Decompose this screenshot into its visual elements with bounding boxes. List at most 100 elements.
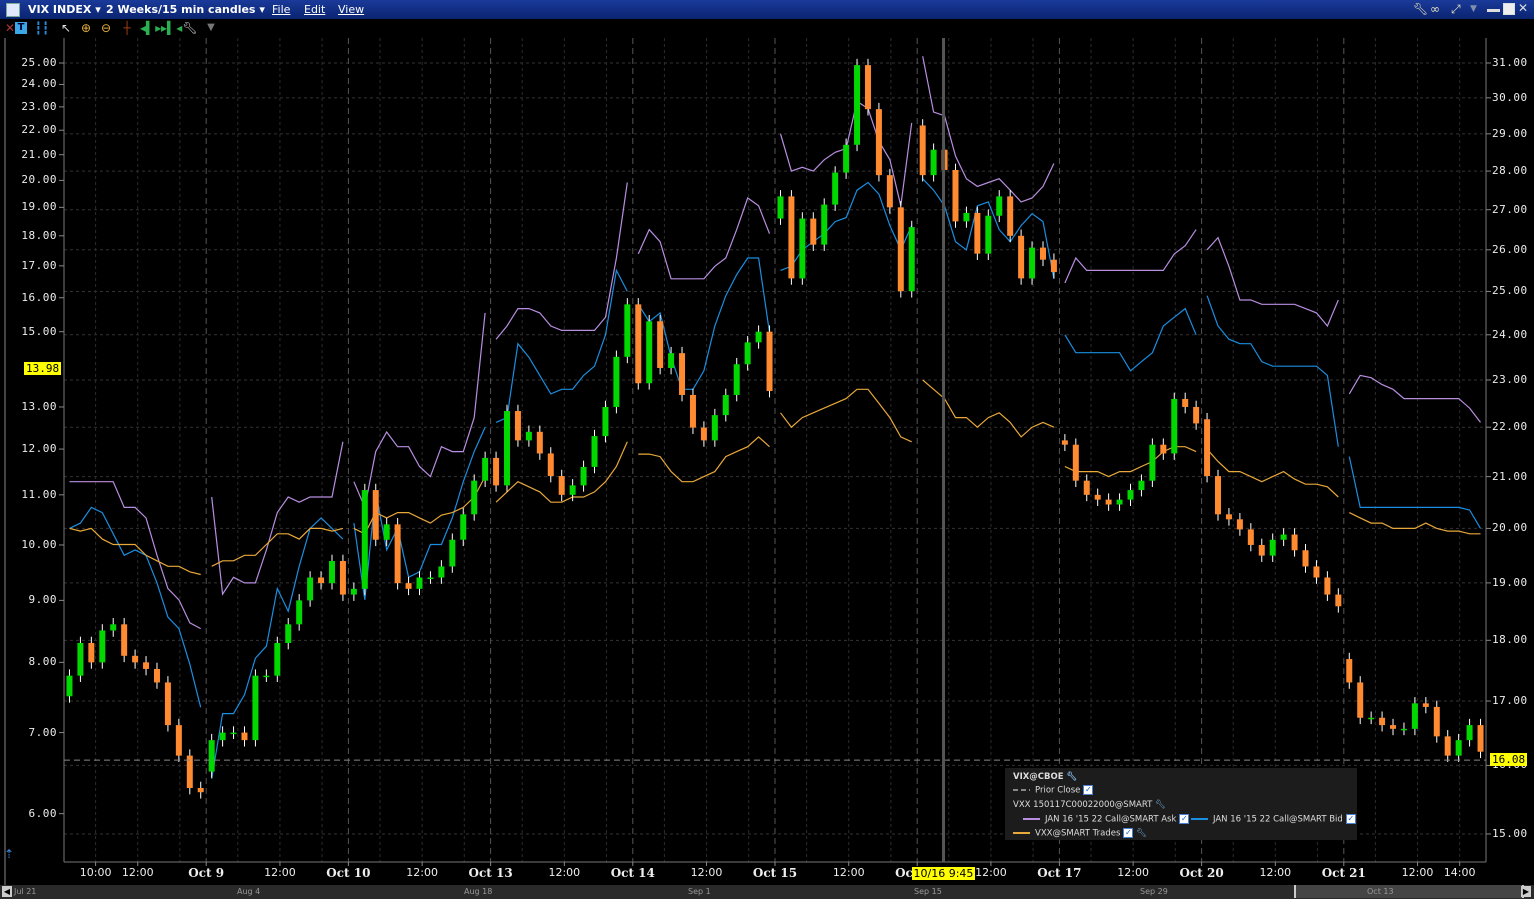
candle: [679, 346, 686, 402]
candle: [591, 429, 598, 474]
candle-body: [493, 457, 500, 486]
candle-body: [1466, 725, 1473, 741]
trades-line-segment: [780, 388, 912, 443]
left-axis-label: 12.00: [21, 442, 57, 456]
candle: [339, 554, 346, 601]
scrollbar-thumb[interactable]: [1294, 885, 1524, 898]
candle: [1018, 229, 1025, 285]
candle-body: [1105, 499, 1112, 505]
x-axis-time-label: 12:00: [1117, 866, 1149, 879]
x-axis-day-label: Oct 13: [468, 866, 513, 880]
candle: [1171, 392, 1178, 460]
candle: [132, 649, 139, 669]
x-axis-time-label: 10:00: [79, 866, 112, 879]
candle-body: [711, 415, 718, 441]
wrench-icon[interactable]: 🔧︎: [1155, 800, 1166, 810]
right-axis-label: 15.00: [1492, 826, 1528, 840]
candle-body: [121, 624, 128, 656]
candle-body: [799, 218, 806, 279]
candle: [602, 400, 609, 443]
candle-body: [930, 149, 937, 176]
candle-body: [1029, 247, 1036, 279]
candle: [405, 576, 412, 596]
candle-body: [1149, 444, 1156, 481]
candle-body: [996, 196, 1003, 216]
candle: [996, 190, 1003, 223]
candle-body: [1204, 419, 1211, 477]
bid-line-segment: [1064, 307, 1197, 372]
candle: [1215, 469, 1222, 521]
left-axis-label: 21.00: [21, 147, 57, 161]
candle: [197, 781, 204, 799]
candle-body: [613, 356, 620, 407]
left-axis-label: 15.00: [21, 324, 57, 338]
candle-body: [1313, 566, 1320, 578]
candle-body: [766, 331, 773, 392]
x-axis-day-label: Oct 15: [752, 866, 798, 880]
candle-body: [1116, 499, 1123, 505]
candle: [1094, 488, 1101, 506]
candle-body: [1193, 406, 1200, 424]
legend: VIX@CBOE 🔧︎ Prior Close ✓ VXX 150117C0002…: [1005, 768, 1357, 840]
wrench-icon[interactable]: 🔧︎: [1067, 772, 1078, 782]
candle: [646, 315, 653, 390]
scale-toggle-icon[interactable]: ⇡: [4, 847, 14, 861]
candle-body: [919, 125, 926, 176]
candle-body: [1302, 550, 1309, 567]
ask-line-segment: [353, 312, 486, 510]
candle-body: [525, 431, 532, 441]
time-scrollbar[interactable]: ◀ ▶ Jul 21 Aug 4 Aug 18 Sep 1 Sep 15 Sep…: [0, 885, 1534, 899]
candle: [361, 483, 368, 596]
price-chart[interactable]: ⇡: [0, 0, 1534, 899]
candle: [449, 533, 456, 573]
x-axis-day-label: Oct 14: [610, 866, 655, 880]
bid-checkbox[interactable]: ✓: [1345, 814, 1356, 824]
prior-close-checkbox[interactable]: ✓: [1083, 785, 1094, 795]
candle-body: [1400, 728, 1407, 731]
candle: [1291, 528, 1298, 557]
candle: [1160, 438, 1167, 460]
scroll-right-button[interactable]: ▶: [1521, 886, 1531, 897]
candle: [77, 636, 84, 683]
candle: [974, 206, 981, 260]
ask-line-segment: [1206, 236, 1339, 328]
wrench-icon[interactable]: 🔧︎: [1136, 829, 1147, 839]
right-axis-label: 22.00: [1492, 420, 1528, 434]
candle: [1105, 493, 1112, 511]
candle: [1083, 474, 1090, 502]
candle: [525, 425, 532, 447]
legend-label: Prior Close: [1035, 785, 1081, 796]
candle: [514, 404, 521, 447]
x-axis-day-label: Oct 21: [1321, 866, 1366, 880]
candle: [1324, 571, 1331, 601]
ask-line-segment: [211, 441, 344, 596]
trades-checkbox[interactable]: ✓: [1123, 828, 1134, 838]
candle-body: [110, 624, 117, 631]
scroll-left-button[interactable]: ◀: [2, 886, 12, 897]
candle: [897, 201, 904, 298]
candle: [460, 508, 467, 547]
left-axis-label: 19.00: [21, 200, 57, 214]
candle-body: [679, 353, 686, 395]
candle: [1444, 730, 1451, 762]
candle: [252, 669, 259, 747]
candle: [864, 58, 871, 116]
candle: [1433, 700, 1440, 743]
candle-body: [810, 218, 817, 245]
candle: [854, 58, 861, 152]
candle-body: [755, 331, 762, 343]
trades-line-segment: [1206, 448, 1339, 498]
candle: [810, 212, 817, 251]
candle: [1390, 718, 1397, 736]
candle: [1236, 513, 1243, 536]
candle: [230, 726, 237, 739]
right-axis-label: 30.00: [1492, 90, 1528, 104]
candle: [1411, 697, 1418, 736]
candle: [121, 618, 128, 663]
candle-body: [536, 431, 543, 454]
scroll-date-label: Sep 1: [688, 887, 711, 896]
candle-body: [1061, 440, 1068, 445]
left-axis-label: 13.00: [21, 399, 57, 413]
candle: [1039, 241, 1046, 267]
ask-checkbox[interactable]: ✓: [1179, 814, 1190, 824]
